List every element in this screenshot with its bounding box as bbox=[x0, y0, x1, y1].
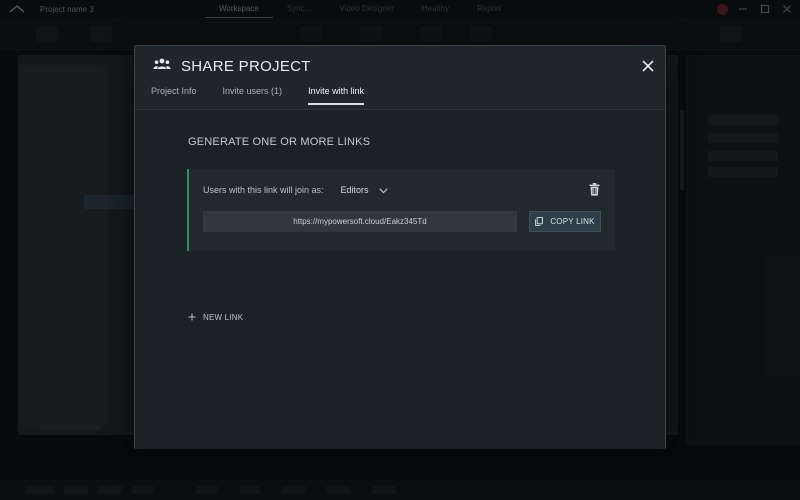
new-link-label: NEW LINK bbox=[203, 312, 244, 322]
people-group-icon bbox=[153, 57, 171, 75]
dialog-body: GENERATE ONE OR MORE LINKS Users with th… bbox=[135, 111, 665, 449]
join-as-label: Users with this link will join as: bbox=[203, 185, 324, 195]
plus-icon bbox=[188, 308, 196, 326]
copy-link-label: COPY LINK bbox=[550, 217, 595, 226]
chevron-down-icon bbox=[378, 181, 388, 199]
tab-project-info[interactable]: Project Info bbox=[151, 86, 197, 105]
dialog-title-row: SHARE PROJECT bbox=[153, 57, 311, 75]
close-icon[interactable] bbox=[637, 55, 659, 77]
trash-icon[interactable] bbox=[587, 181, 601, 197]
dialog-title: SHARE PROJECT bbox=[181, 57, 311, 75]
tab-invite-users[interactable]: Invite users (1) bbox=[223, 86, 283, 105]
copy-link-button[interactable]: COPY LINK bbox=[529, 211, 601, 232]
share-link-card: Users with this link will join as: Edito… bbox=[187, 169, 615, 251]
new-link-button[interactable]: NEW LINK bbox=[188, 308, 243, 326]
share-project-dialog: SHARE PROJECT Project Info Invite users … bbox=[134, 45, 666, 449]
tab-invite-with-link[interactable]: Invite with link bbox=[308, 86, 365, 105]
link-role-row: Users with this link will join as: Edito… bbox=[203, 181, 388, 199]
role-dropdown[interactable]: Editors bbox=[341, 181, 388, 199]
role-value: Editors bbox=[340, 185, 369, 195]
share-link-field[interactable] bbox=[203, 211, 517, 232]
dialog-tabs: Project Info Invite users (1) Invite wit… bbox=[151, 86, 365, 105]
section-heading: GENERATE ONE OR MORE LINKS bbox=[188, 136, 371, 148]
dialog-header: SHARE PROJECT Project Info Invite users … bbox=[135, 46, 665, 110]
copy-icon bbox=[535, 213, 544, 231]
